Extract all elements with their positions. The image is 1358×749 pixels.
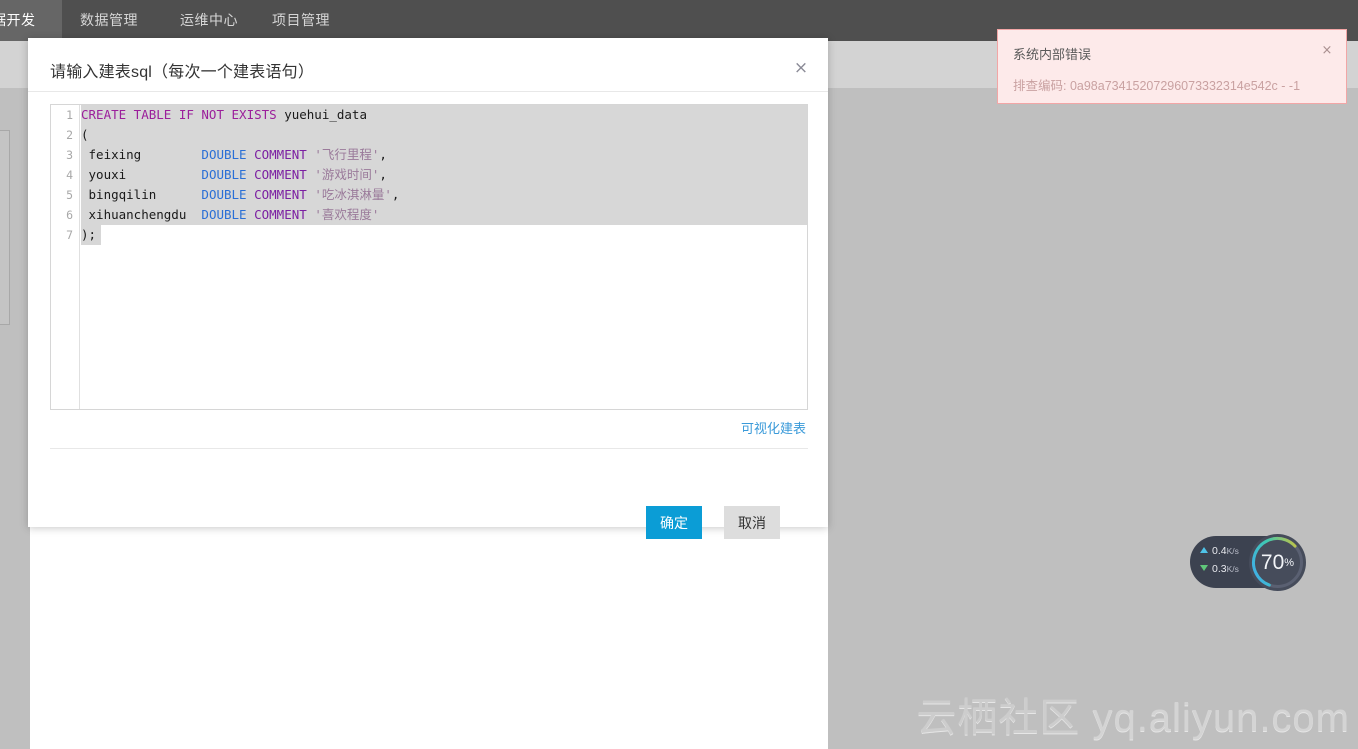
editor-code-line[interactable]: youxi DOUBLE COMMENT '游戏时间', xyxy=(81,165,807,185)
watermark-cn: 云栖社区 xyxy=(916,696,1081,740)
cancel-button[interactable]: 取消 xyxy=(724,506,780,539)
code-token: '飞行里程' xyxy=(314,147,380,162)
nav-item-ops-center[interactable]: 运维中心 xyxy=(180,10,238,30)
code-token: , xyxy=(391,187,400,202)
arrow-down-icon xyxy=(1200,565,1208,571)
editor-line-number: 7 xyxy=(66,228,73,242)
editor-code-line[interactable]: feixing DOUBLE COMMENT '飞行里程', xyxy=(81,145,807,165)
visual-create-table-link[interactable]: 可视化建表 xyxy=(741,418,806,437)
code-token: DOUBLE xyxy=(201,187,247,202)
code-token: , xyxy=(379,147,387,162)
code-token: DOUBLE xyxy=(201,147,247,162)
code-token: DOUBLE xyxy=(201,207,247,222)
error-notification: 系统内部错误 × 排查编码: 0a98a73415207296073332314… xyxy=(997,29,1347,104)
code-token: COMMENT xyxy=(254,207,307,222)
gauge-label: 70% xyxy=(1249,534,1306,591)
editor-code-line[interactable]: xihuanchengdu DOUBLE COMMENT '喜欢程度' xyxy=(81,205,807,225)
editor-line-number: 5 xyxy=(66,188,73,202)
editor-line-number: 3 xyxy=(66,148,73,162)
nav-item-project-manage[interactable]: 项目管理 xyxy=(272,10,330,30)
editor-line-number-gutter: 1 2 3 4 5 6 7 xyxy=(51,105,80,409)
confirm-button[interactable]: 确定 xyxy=(646,506,702,539)
network-upload-value: 0.4 xyxy=(1212,545,1227,557)
editor-code-line[interactable]: ); xyxy=(81,225,807,245)
network-download-unit: K/s xyxy=(1226,564,1239,574)
code-token: CREATE TABLE IF NOT EXISTS xyxy=(81,107,277,122)
dialog-header: 请输入建表sql（每次一个建表语句） × xyxy=(28,38,828,92)
sql-editor[interactable]: 1 2 3 4 5 6 7 CREATE TABLE IF NOT EXISTS yuehu… xyxy=(50,104,808,410)
editor-line-number: 6 xyxy=(66,208,73,222)
code-token: COMMENT xyxy=(254,167,307,182)
code-token: ( xyxy=(81,127,89,142)
network-upload-unit: K/s xyxy=(1226,546,1239,556)
editor-code-line[interactable]: CREATE TABLE IF NOT EXISTS yuehui_data xyxy=(81,105,807,125)
notification-close-icon[interactable]: × xyxy=(1320,44,1334,58)
nav-item-data-manage[interactable]: 数据管理 xyxy=(80,10,138,30)
code-token: '吃冰淇淋量' xyxy=(314,187,392,202)
editor-line-number: 4 xyxy=(66,168,73,182)
code-token: COMMENT xyxy=(254,147,307,162)
error-notification-title: 系统内部错误 xyxy=(1013,47,1092,62)
create-table-sql-dialog: 请输入建表sql（每次一个建表语句） × 1 2 3 4 5 6 7 CREATE TABL… xyxy=(28,38,828,539)
code-token: bingqilin xyxy=(81,187,202,202)
network-download-row: 0.3K/s xyxy=(1200,563,1239,575)
editor-line-number: 1 xyxy=(66,108,73,122)
code-token: youxi xyxy=(81,167,202,182)
dialog-title: 请输入建表sql（每次一个建表语句） xyxy=(50,64,315,81)
watermark-en: yq.aliyun.com xyxy=(1080,696,1350,740)
code-token: COMMENT xyxy=(254,187,307,202)
code-token: '喜欢程度' xyxy=(314,207,380,222)
arrow-up-icon xyxy=(1200,547,1208,553)
dialog-footer: 确定 取消 xyxy=(28,468,828,539)
watermark: 云栖社区 yq.aliyun.com xyxy=(916,685,1350,743)
editor-code-line[interactable]: bingqilin DOUBLE COMMENT '吃冰淇淋量', xyxy=(81,185,807,205)
code-token: feixing xyxy=(81,147,202,162)
code-token: ); xyxy=(81,227,97,242)
app-left-panel xyxy=(0,130,10,325)
network-download-value: 0.3 xyxy=(1212,563,1227,575)
network-upload-row: 0.4K/s xyxy=(1200,545,1239,557)
screen-root: 据开发 数据管理 运维中心 项目管理 云栖社区 yq.aliyun.com 请输… xyxy=(0,0,1358,749)
dialog-divider xyxy=(50,448,808,449)
code-token: xihuanchengdu xyxy=(81,207,202,222)
nav-item-data-develop[interactable]: 据开发 xyxy=(0,10,36,30)
code-token: '游戏时间' xyxy=(314,167,380,182)
editor-code-area[interactable]: CREATE TABLE IF NOT EXISTS yuehui_data( … xyxy=(81,105,807,409)
close-icon[interactable]: × xyxy=(792,60,810,78)
editor-code-line[interactable]: ( xyxy=(81,125,807,145)
error-notification-code: 排查编码: 0a98a73415207296073332314e542c - -… xyxy=(1013,79,1301,93)
code-token: DOUBLE xyxy=(201,167,247,182)
code-token: , xyxy=(379,167,387,182)
cpu-gauge[interactable]: 70% xyxy=(1249,534,1306,591)
gauge-unit: % xyxy=(1284,557,1295,569)
gauge-value: 70 xyxy=(1260,551,1285,574)
editor-line-number: 2 xyxy=(66,128,73,142)
code-token: yuehui_data xyxy=(276,107,367,122)
